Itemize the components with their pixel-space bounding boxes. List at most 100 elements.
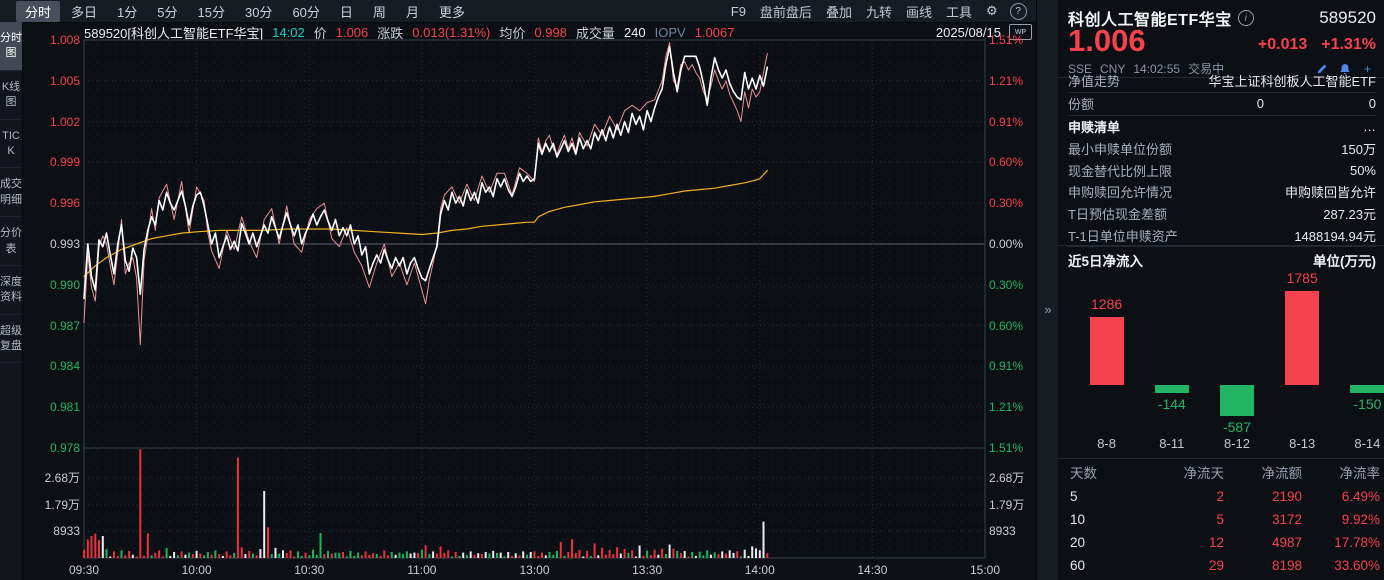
- time-axis-label: 14:30: [857, 563, 887, 577]
- pct-axis-label: 1.51%: [989, 441, 1023, 455]
- toolbar-tool[interactable]: F9: [726, 4, 751, 19]
- table-header-cell: 净流额: [1224, 462, 1302, 482]
- price-axis-label: 0.999: [24, 155, 80, 169]
- quote-row: 申赎清单…: [1068, 116, 1376, 138]
- price-axis-label: 1.002: [24, 115, 80, 129]
- flow-bar-value: -144: [1140, 396, 1204, 412]
- sidebar-item[interactable]: 分价表: [0, 217, 22, 266]
- table-header-cell: 净流率: [1302, 462, 1380, 482]
- table-cell: 2190: [1224, 489, 1302, 504]
- price-axis-label: 0.993: [24, 237, 80, 251]
- price-axis-label: 0.996: [24, 196, 80, 210]
- table-cell: 2: [1128, 489, 1224, 504]
- quote-row: 申购赎回允许情况申购赎回皆允许: [1068, 181, 1376, 203]
- vol-axis-label: 8933: [24, 524, 80, 538]
- toolbar-tab[interactable]: 分时: [16, 1, 60, 22]
- quote-row-value: 申购赎回皆允许: [1285, 182, 1376, 201]
- quote-row-value: 287.23元: [1323, 204, 1376, 223]
- toolbar-tool[interactable]: 九转: [861, 2, 897, 21]
- table-header-row: 天数净流天净流额净流率: [1058, 459, 1384, 485]
- sidebar-item[interactable]: 分时图: [0, 22, 22, 71]
- time-axis-label: 11:00: [407, 563, 436, 577]
- time-axis-label: 13:30: [632, 563, 662, 577]
- pct-axis-label: 0.30%: [989, 196, 1023, 210]
- change-absolute: +0.013: [1258, 36, 1307, 54]
- toolbar-tab[interactable]: 多日: [62, 1, 106, 22]
- table-cell: 10: [1058, 512, 1128, 527]
- pct-axis-label: 0.91%: [989, 115, 1023, 129]
- table-cell: 3172: [1224, 512, 1302, 527]
- quote-row-value: 1488194.94元: [1294, 226, 1376, 245]
- table-row: 6029819833.60%: [1058, 554, 1384, 577]
- flow-bar: [1285, 291, 1319, 385]
- quote-row-value: 50%: [1350, 163, 1376, 178]
- sidebar-item[interactable]: TICK: [0, 120, 22, 169]
- quote-row: 净值走势华宝上证科创板人工智能ETF: [1068, 70, 1376, 93]
- settings-gear-icon[interactable]: ⚙: [981, 3, 1003, 19]
- chart-symbol: 589520[科创人工智能ETF华宝]: [84, 23, 263, 42]
- table-cell: 5: [1128, 512, 1224, 527]
- pct-axis-label: 0.60%: [989, 319, 1023, 333]
- pct-axis-label: 0.00%: [989, 237, 1023, 251]
- toolbar-tab[interactable]: 月: [397, 1, 428, 22]
- quote-row-label: 净值走势: [1068, 71, 1120, 90]
- table-cell: 33.60%: [1302, 558, 1380, 573]
- price-axis-label: 0.987: [24, 319, 80, 333]
- toolbar-tab[interactable]: 5分: [148, 1, 186, 22]
- flow-bar-value: -150: [1335, 396, 1384, 412]
- toolbar-tool[interactable]: 画线: [901, 2, 937, 21]
- collapse-chevrons-icon[interactable]: »: [1037, 302, 1059, 317]
- price-axis-label: 0.981: [24, 400, 80, 414]
- toolbar-tab[interactable]: 日: [331, 1, 362, 22]
- vol-axis-label: 1.79万: [989, 498, 1024, 512]
- table-row: 5221906.49%: [1058, 485, 1384, 508]
- quote-row-label: 最小申赎单位份额: [1068, 139, 1172, 158]
- flow-bar-value: -587: [1205, 419, 1269, 435]
- table-cell: 29: [1128, 558, 1224, 573]
- sidebar-item[interactable]: 成交明细: [0, 168, 22, 217]
- avg-value: 0.998: [534, 25, 567, 40]
- vol-axis-label: 2.68万: [989, 471, 1024, 485]
- table-cell: 60: [1058, 558, 1128, 573]
- quote-row-value[interactable]: …: [1363, 119, 1376, 134]
- flow-bar-value: 1286: [1075, 296, 1139, 312]
- price-axis-label: 1.005: [24, 74, 80, 88]
- divider: [1058, 245, 1384, 246]
- toolbar-tool[interactable]: 叠加: [821, 2, 857, 21]
- time-axis-label: 09:30: [69, 563, 99, 577]
- sidebar-item[interactable]: 深度资料: [0, 266, 22, 315]
- quote-row-label: 份额: [1068, 94, 1094, 113]
- table-cell: 8198: [1224, 558, 1302, 573]
- panel-collapse-strip[interactable]: »: [1036, 0, 1060, 580]
- flow-bar-date: 8-13: [1270, 436, 1334, 451]
- price-axis-label: 0.978: [24, 441, 80, 455]
- toolbar-tool[interactable]: 盘前盘后: [755, 2, 817, 21]
- net-inflow-table: 天数净流天净流额净流率5221906.49%10531729.92%201249…: [1058, 458, 1384, 577]
- table-cell: 12: [1128, 535, 1224, 550]
- flow-bar-date: 8-8: [1075, 436, 1139, 451]
- quote-row-label: 现金替代比例上限: [1068, 161, 1172, 180]
- flow-bar: [1090, 317, 1124, 385]
- flow-chart-title: 近5日净流入: [1068, 250, 1143, 270]
- time-axis-label: 14:00: [745, 563, 775, 577]
- toolbar-tab[interactable]: 30分: [236, 1, 281, 22]
- table-header-cell: 净流天: [1128, 462, 1224, 482]
- vol-axis-label: 2.68万: [24, 471, 80, 485]
- toolbar-tab[interactable]: 更多: [430, 1, 474, 22]
- toolbar-tab[interactable]: 1分: [108, 1, 146, 22]
- table-row: 2012498717.78%: [1058, 531, 1384, 554]
- table-cell: 4987: [1224, 535, 1302, 550]
- help-icon[interactable]: ?: [1010, 3, 1027, 20]
- left-sidebar: 分时图K线图TICK成交明细分价表深度资料超级复盘: [0, 22, 23, 580]
- intraday-chart-plot[interactable]: [84, 40, 985, 558]
- quote-row: T日预估现金差额287.23元: [1068, 203, 1376, 225]
- table-header-cell: 天数: [1058, 462, 1128, 482]
- sidebar-item[interactable]: 超级复盘: [0, 315, 22, 364]
- sidebar-item[interactable]: K线图: [0, 71, 22, 120]
- toolbar-tab[interactable]: 15分: [189, 1, 234, 22]
- table-cell: 9.92%: [1302, 512, 1380, 527]
- toolbar-tool[interactable]: 工具: [941, 2, 977, 21]
- toolbar-tab[interactable]: 60分: [283, 1, 328, 22]
- fund-info-rows: 净值走势华宝上证科创板人工智能ETF份额00申赎清单…最小申赎单位份额150万现…: [1068, 70, 1376, 247]
- toolbar-tab[interactable]: 周: [364, 1, 395, 22]
